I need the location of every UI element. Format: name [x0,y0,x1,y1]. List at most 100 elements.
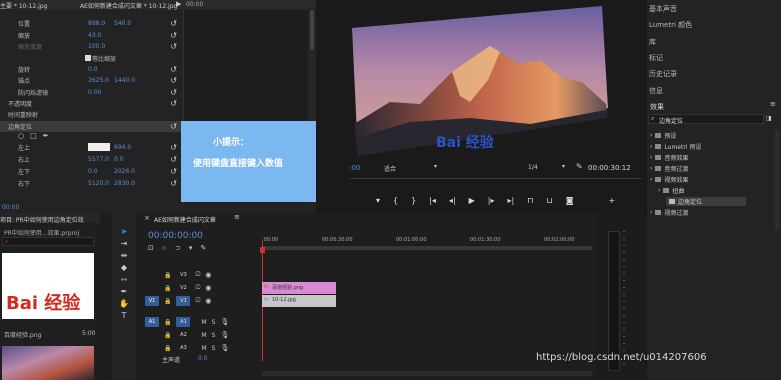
uniform-scale-checkbox[interactable] [85,55,91,61]
effects-tree-item[interactable]: › 音频效果 [650,153,688,162]
track-name[interactable]: A2 [176,330,190,340]
effect-row-value1[interactable]: 2625.0 [88,77,109,84]
extract-icon[interactable]: ⊔ [546,196,552,205]
track-source-patch[interactable]: A1 [145,317,159,327]
effect-row[interactable]: 时间重映射 [0,109,183,120]
solo-button[interactable]: S [212,332,216,339]
effect-controls-timecode[interactable]: 00:00 [2,204,19,211]
reset-icon[interactable]: ↺ [170,155,177,164]
effects-tree-item[interactable]: › 音频过渡 [650,164,688,173]
timeline-sequence-tab[interactable]: AE如何新建合成闪文章 [154,215,216,224]
reset-icon[interactable]: ↺ [170,42,177,51]
track-source-patch[interactable] [145,270,159,280]
reset-icon[interactable]: ↺ [170,31,177,40]
lift-icon[interactable]: ⊓ [527,196,533,205]
right-menu-item[interactable]: 信息 [649,86,663,96]
track-header[interactable]: 🔒 A2 M S 🎙 [145,329,260,341]
track-name[interactable]: V2 [176,283,190,293]
program-ratio-select[interactable]: 1/4 [528,164,538,171]
effect-row[interactable]: 等比缩放 [0,53,183,64]
effect-row[interactable]: 位置 898.0 540.0 ↺ [0,18,183,29]
track-header[interactable]: A1 🔒 A1 M S 🎙 [145,316,260,328]
go-to-out-icon[interactable]: ▸| [508,196,515,205]
effects-tree-item[interactable]: › 视频效果 [650,175,688,184]
track-header[interactable]: 🔒 A3 M S 🎙 [145,342,260,354]
effect-row-value1[interactable]: 43.0 [88,32,101,39]
clip-v1[interactable]: fx 10-12.jpg [262,295,336,307]
program-fit-select[interactable]: 适合 [384,164,396,173]
effect-row[interactable]: 右下 5120.0 2830.0 ↺ [0,178,183,189]
effect-row-value1[interactable]: 100.0 [88,43,105,50]
track-select-tool-icon[interactable]: ⇥ [121,239,128,248]
master-value[interactable]: 0.0 [198,355,208,364]
mute-button[interactable]: M [201,345,206,352]
right-menu-item[interactable]: 库 [649,37,656,47]
program-fit-chevron-icon[interactable]: ▾ [434,163,437,170]
mute-button[interactable]: M [201,319,206,326]
track-name[interactable]: A1 [176,317,191,327]
lock-icon[interactable]: 🔒 [164,298,171,305]
program-timecode[interactable]: :00 [349,164,360,172]
reset-icon[interactable]: ↺ [170,179,177,188]
add-button-icon[interactable]: + [609,196,616,205]
snap-icon[interactable]: ∩ [162,244,167,252]
track-name[interactable]: V1 [176,296,191,306]
microphone-icon[interactable]: 🎙 [220,331,229,339]
mark-out-icon[interactable]: } [411,196,416,205]
top-left-x-field[interactable] [88,143,110,151]
type-tool-icon[interactable]: T [122,311,127,320]
reset-icon[interactable]: ↺ [170,76,177,85]
timeline-ruler[interactable]: :00:00 00:00:30:00 00:01:00:00 00:01:30:… [262,235,592,247]
effects-panel-menu-icon[interactable]: ≡ [770,100,776,108]
effects-search-box[interactable]: ⌕ 边角定位 [648,114,764,125]
track-header[interactable]: 🔒 V3 ⎚ ◉ [145,269,260,281]
camera-icon[interactable]: ◙ [566,196,574,205]
solo-button[interactable]: S [212,345,216,352]
effect-row-value1[interactable]: 0.0 [88,168,98,175]
step-forward-icon[interactable]: |▸ [488,196,495,205]
effect-row[interactable]: 左下 0.0 2026.0 ↺ [0,166,183,177]
right-menu-item[interactable]: Lumetri 颜色 [649,20,692,30]
project-thumbnail-logo[interactable]: Bai 经验 [2,253,94,319]
track-header[interactable]: V1 🔒 V1 ⎚ ◉ [145,295,260,307]
rect-mask-icon[interactable]: □ [30,132,37,140]
effects-tree-item[interactable]: › 视频过渡 [650,208,688,217]
reset-icon[interactable]: ↺ [170,167,177,176]
sync-lock-icon[interactable]: ⎚ [195,297,200,305]
go-to-in-icon[interactable]: |◂ [429,196,436,205]
ripple-edit-tool-icon[interactable]: ⇹ [121,251,128,260]
mute-button[interactable]: M [201,332,206,339]
right-menu-item[interactable]: 历史记录 [649,69,677,79]
effect-row-value2[interactable]: 2830.0 [114,180,135,187]
effect-row-value1[interactable]: 0.0 [88,66,98,73]
timeline-menu-icon[interactable]: ≡ [234,213,240,221]
effect-row[interactable]: 旋转 0.0 ↺ [0,64,183,75]
reset-icon[interactable]: ↺ [170,65,177,74]
effects-tree-item[interactable]: › Lumetri 预设 [650,142,701,151]
slip-tool-icon[interactable]: ⇿ [121,275,128,284]
solo-button[interactable]: S [212,319,216,326]
lock-icon[interactable]: 🔒 [164,285,171,292]
play-only-icon[interactable]: ▶ [176,0,181,8]
nest-icon[interactable]: ⊡ [148,244,154,252]
track-name[interactable]: A3 [176,343,190,353]
effect-controls-tab[interactable]: 主要 * 10-12.jpg [0,1,47,10]
effect-row[interactable]: 边角定位 ↺ [0,121,183,132]
right-menu-item[interactable]: 标记 [649,53,663,63]
track-header[interactable]: 🔒 V2 ⎚ ◉ [145,282,260,294]
effects-tree-item[interactable]: › 扭曲 [658,186,684,195]
sync-lock-icon[interactable]: ⎚ [195,284,200,292]
microphone-icon[interactable]: 🎙 [220,318,229,326]
effects-tree-item[interactable]: › 预设 [650,131,676,140]
hand-tool-icon[interactable]: ✋ [119,299,129,308]
add-marker-icon[interactable]: ▾ [189,244,193,252]
project-title[interactable]: 项目: PR中如何使用边角定位效 [0,215,84,224]
effect-row[interactable]: 左上 694.0 ↺ [0,142,183,153]
track-source-patch[interactable]: V1 [145,296,159,306]
program-scrubber[interactable] [350,178,642,182]
effect-row[interactable]: 不透明度 ↺ [0,98,183,109]
track-source-patch[interactable] [145,283,159,293]
effect-row-value2[interactable]: 1440.0 [114,77,135,84]
pen-tool-icon[interactable]: ✒ [121,287,128,296]
eye-icon[interactable]: ◉ [205,271,211,279]
